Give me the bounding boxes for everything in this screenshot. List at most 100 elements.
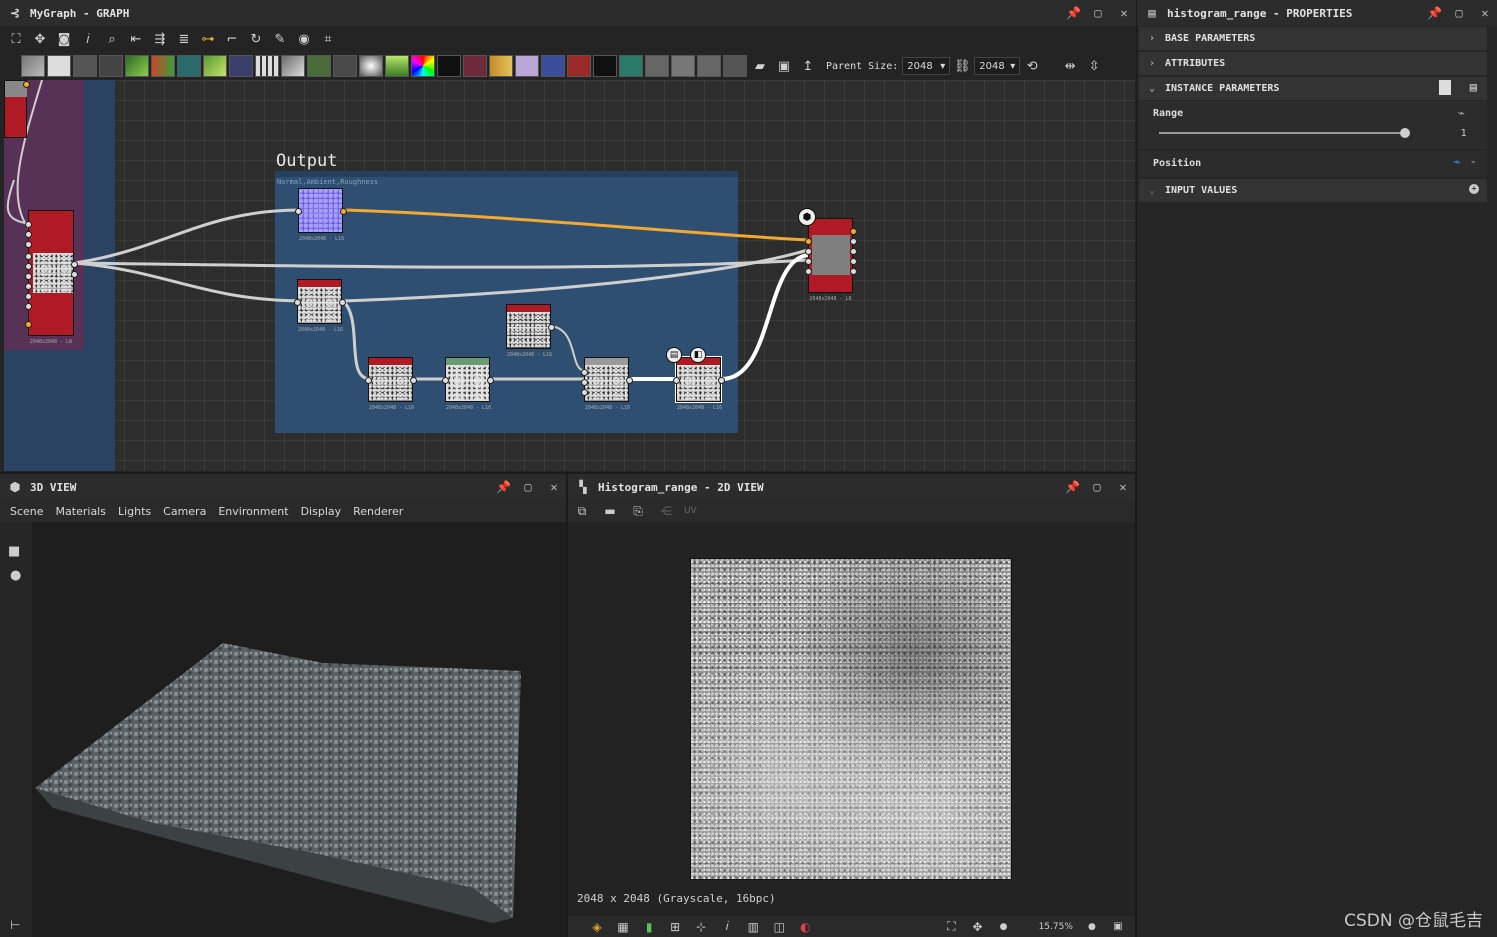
node-port[interactable] <box>673 377 680 384</box>
menu-materials[interactable]: Materials <box>56 505 106 518</box>
section-attributes[interactable]: › ATTRIBUTES <box>1139 52 1487 75</box>
node-blend[interactable]: 2048x2048 - L16 <box>581 357 633 411</box>
node-fx-icon[interactable] <box>619 55 643 77</box>
graph-canvas[interactable]: Normal,Ambient,Roughness Output 2048x204… <box>4 80 1135 471</box>
node-port[interactable] <box>850 248 857 255</box>
zoom-in-icon[interactable]: ● <box>1083 917 1101 937</box>
color-wheel-icon[interactable]: ◐ <box>796 917 814 937</box>
node-doc-badge-icon[interactable]: ▤ <box>666 347 682 363</box>
link-angle-icon[interactable]: ⌐ <box>220 27 244 51</box>
node-port[interactable] <box>25 303 32 310</box>
node-grunge[interactable]: 2048x2048 - L16 <box>506 304 555 358</box>
copy-icon[interactable]: ⎘ <box>628 501 648 521</box>
node-port[interactable] <box>25 293 32 300</box>
export-icon[interactable]: ⧉ <box>572 501 592 521</box>
section-input-values[interactable]: ⌄ INPUT VALUES + <box>1139 179 1487 202</box>
menu-renderer[interactable]: Renderer <box>353 505 403 518</box>
node-output-icon[interactable] <box>671 55 695 77</box>
node-port[interactable] <box>25 283 32 290</box>
node-histogram-icon[interactable] <box>385 55 409 77</box>
frame-selected-icon[interactable]: ✥ <box>28 27 52 51</box>
node-normal-icon[interactable] <box>307 55 331 77</box>
light-bulb-icon[interactable]: ● <box>10 568 21 583</box>
node-select-icon[interactable] <box>541 55 565 77</box>
node-port[interactable] <box>25 221 32 228</box>
uv-toggle[interactable]: UV <box>684 506 697 516</box>
position-connect-icon[interactable]: ⌁ <box>1453 155 1461 170</box>
menu-display[interactable]: Display <box>301 505 342 518</box>
node-port[interactable] <box>71 261 78 268</box>
align-icon[interactable]: ⇤ <box>124 27 148 51</box>
layers-stack-icon[interactable]: ◈ <box>588 917 606 937</box>
node-port[interactable] <box>71 271 78 278</box>
node-port[interactable] <box>626 377 633 384</box>
section-instance-parameters[interactable]: ⌄ INSTANCE PARAMETERS ▤ <box>1139 77 1487 100</box>
node-histogram-range[interactable]: 2048x2048 - L16 <box>673 356 725 411</box>
histogram-icon[interactable]: ▥ <box>744 917 762 937</box>
maximize-icon[interactable]: ▢ <box>522 480 534 494</box>
view2d-canvas[interactable]: 2048 x 2048 (Grayscale, 16bpc) <box>568 522 1135 912</box>
layers-icon[interactable]: ≣ <box>172 27 196 51</box>
node-fill-icon[interactable] <box>567 55 591 77</box>
fit-view-icon[interactable]: ⛶ <box>942 917 960 937</box>
pixel-inspect-icon[interactable]: ⊹ <box>692 917 710 937</box>
node-blend-icon[interactable] <box>281 55 305 77</box>
node-levels-icon[interactable] <box>203 55 227 77</box>
node-levels[interactable]: 2048x2048 - L16 <box>442 357 494 411</box>
node-port[interactable] <box>548 324 555 331</box>
distribute-icon[interactable]: ⇶ <box>148 27 172 51</box>
node-port[interactable] <box>850 268 857 275</box>
preset-list-icon[interactable]: ▤ <box>1470 80 1477 94</box>
node-port[interactable] <box>25 321 32 328</box>
pin-icon[interactable]: 📌 <box>1427 6 1442 20</box>
save-icon[interactable]: ▬ <box>600 501 620 521</box>
node-noise-a[interactable]: 2048x2048 - L16 <box>365 357 417 411</box>
node-left-main[interactable]: 2048x2048 - L8 <box>25 210 78 345</box>
zoom-out-icon[interactable]: ● <box>995 917 1013 937</box>
close-icon[interactable]: ✕ <box>548 480 560 494</box>
node-port[interactable] <box>410 377 417 384</box>
menu-lights[interactable]: Lights <box>118 505 151 518</box>
maximize-icon[interactable]: ▢ <box>1091 480 1103 494</box>
node-port[interactable] <box>340 208 347 215</box>
node-curve-icon[interactable] <box>125 55 149 77</box>
video-camera-icon[interactable]: ■ <box>8 544 20 559</box>
share-icon[interactable]: ⋲ <box>656 501 676 521</box>
info-icon[interactable]: 𝑖 <box>76 27 100 51</box>
node-frame-icon[interactable] <box>723 55 747 77</box>
node-port[interactable] <box>805 238 812 245</box>
zoom-level[interactable]: 15.75% <box>1021 922 1073 932</box>
pin-icon[interactable]: 📌 <box>1066 6 1081 20</box>
comment-icon[interactable]: ▰ <box>748 54 772 78</box>
node-tile-icon[interactable] <box>255 55 279 77</box>
pin-node-icon[interactable]: ↥ <box>796 54 820 78</box>
parent-size-width-select[interactable]: 2048 ▾ <box>902 57 951 75</box>
section-base-parameters[interactable]: › BASE PARAMETERS <box>1139 27 1487 50</box>
node-text-icon[interactable] <box>515 55 539 77</box>
maximize-icon[interactable]: ▢ <box>1092 6 1104 20</box>
close-icon[interactable]: ✕ <box>1117 480 1129 494</box>
menu-environment[interactable]: Environment <box>218 505 288 518</box>
node-port[interactable] <box>487 377 494 384</box>
tiling-icon[interactable]: ⊞ <box>666 917 684 937</box>
menu-camera[interactable]: Camera <box>163 505 206 518</box>
frame-node-icon[interactable]: ▣ <box>772 54 796 78</box>
reset-size-icon[interactable]: ⟲ <box>1020 54 1044 78</box>
preview-icon[interactable]: ◉ <box>292 27 316 51</box>
pin-icon[interactable]: 📌 <box>496 480 511 494</box>
add-input-icon[interactable]: + <box>1469 184 1479 194</box>
node-emboss-icon[interactable] <box>359 55 383 77</box>
node-port[interactable] <box>581 369 588 376</box>
node-view-badge-icon[interactable]: ◧ <box>690 347 706 363</box>
node-port[interactable] <box>581 389 588 396</box>
menu-scene[interactable]: Scene <box>10 505 44 518</box>
frame-all-icon[interactable]: ⛶ <box>4 27 28 51</box>
close-icon[interactable]: ✕ <box>1479 6 1491 20</box>
node-port[interactable] <box>25 263 32 270</box>
checker-bg-icon[interactable]: ▦ <box>614 917 632 937</box>
node-port[interactable] <box>850 258 857 265</box>
node-transform-icon[interactable] <box>463 55 487 77</box>
node-ao[interactable]: 2048x2048 - L16 <box>294 279 346 333</box>
node-uniform-icon[interactable] <box>73 55 97 77</box>
refresh-icon[interactable]: ↻ <box>244 27 268 51</box>
